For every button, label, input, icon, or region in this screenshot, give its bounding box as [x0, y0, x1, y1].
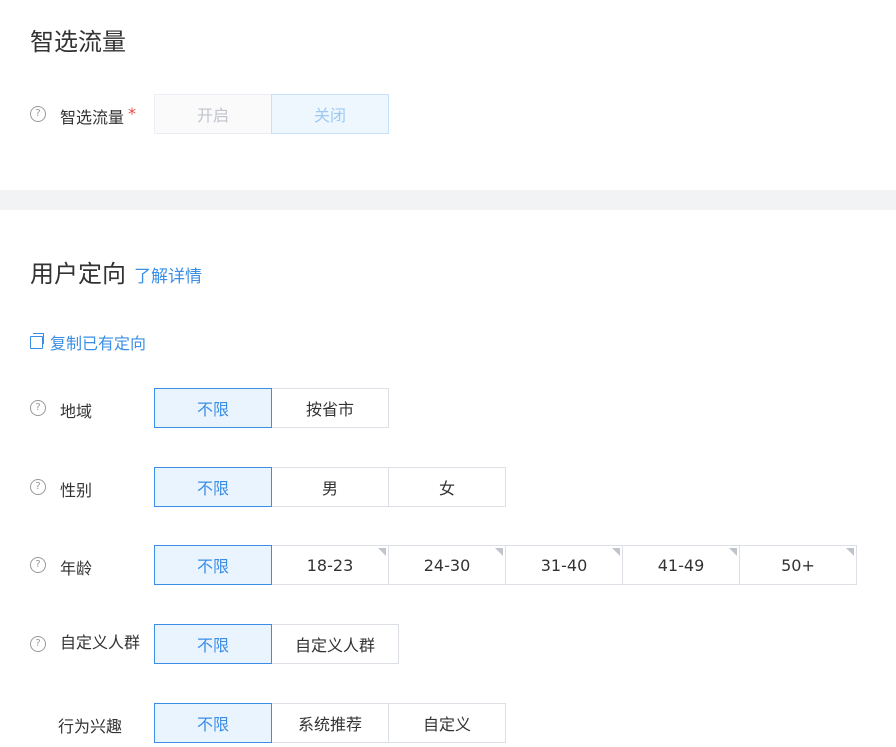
behavior-interest-label: 行为兴趣: [58, 717, 123, 736]
age-31-40-option[interactable]: 31-40: [505, 545, 623, 585]
smart-traffic-section: 智选流量 ? 智选流量 * 开启 关闭: [0, 0, 896, 190]
smart-traffic-title: 智选流量: [30, 28, 126, 56]
age-row-label: ? 年龄: [30, 555, 92, 579]
custom-audience-options: 不限 自定义人群: [154, 624, 399, 664]
age-24-30-option[interactable]: 24-30: [388, 545, 506, 585]
targeting-section: 用户定向 了解详情 复制已有定向 ? 地域 不限 按省市 ? 性别 不限 男 女…: [0, 210, 896, 747]
gender-label: 性别: [60, 481, 93, 500]
behavior-interest-options: 不限 系统推荐 自定义: [154, 703, 506, 743]
smart-traffic-toggle: 开启 关闭: [154, 94, 389, 134]
help-circle-icon[interactable]: ?: [30, 106, 46, 122]
copy-targeting-label: 复制已有定向: [50, 334, 147, 353]
custom-audience-label: 自定义人群: [60, 633, 141, 652]
targeting-title: 用户定向: [30, 260, 126, 288]
gender-female-option[interactable]: 女: [388, 467, 506, 507]
behavior-interest-custom-option[interactable]: 自定义: [388, 703, 506, 743]
smart-traffic-off-option[interactable]: 关闭: [271, 94, 389, 134]
age-41-49-option[interactable]: 41-49: [622, 545, 740, 585]
gender-male-option[interactable]: 男: [271, 467, 389, 507]
custom-audience-custom-option[interactable]: 自定义人群: [271, 624, 399, 664]
copy-targeting-link[interactable]: 复制已有定向: [30, 330, 146, 354]
gender-options: 不限 男 女: [154, 467, 506, 507]
help-circle-icon[interactable]: ?: [30, 400, 46, 416]
smart-traffic-on-option[interactable]: 开启: [154, 94, 272, 134]
age-50-plus-option[interactable]: 50+: [739, 545, 857, 585]
help-circle-icon[interactable]: ?: [30, 479, 46, 495]
behavior-interest-row-label: 行为兴趣: [58, 713, 122, 737]
region-by-province-option[interactable]: 按省市: [271, 388, 389, 428]
targeting-header: 用户定向 了解详情: [30, 254, 202, 289]
age-label: 年龄: [60, 559, 93, 578]
required-mark: *: [128, 104, 137, 123]
help-circle-icon[interactable]: ?: [30, 636, 46, 652]
age-options: 不限 18-23 24-30 31-40 41-49 50+: [154, 545, 857, 585]
copy-icon: [30, 332, 44, 349]
gender-unlimited-option[interactable]: 不限: [154, 467, 272, 507]
custom-audience-row-label: ? 自定义人群: [30, 633, 141, 655]
help-circle-icon[interactable]: ?: [30, 557, 46, 573]
behavior-interest-recommended-option[interactable]: 系统推荐: [271, 703, 389, 743]
custom-audience-unlimited-option[interactable]: 不限: [154, 624, 272, 664]
learn-more-link[interactable]: 了解详情: [134, 262, 202, 287]
age-18-23-option[interactable]: 18-23: [271, 545, 389, 585]
age-unlimited-option[interactable]: 不限: [154, 545, 272, 585]
region-row-label: ? 地域: [30, 398, 92, 422]
gender-row-label: ? 性别: [30, 477, 92, 501]
region-label: 地域: [60, 402, 93, 421]
smart-traffic-row-label: ? 智选流量 *: [30, 104, 136, 128]
behavior-interest-unlimited-option[interactable]: 不限: [154, 703, 272, 743]
region-unlimited-option[interactable]: 不限: [154, 388, 272, 428]
region-options: 不限 按省市: [154, 388, 389, 428]
smart-traffic-label: 智选流量: [60, 108, 125, 127]
section-divider: [0, 190, 896, 210]
